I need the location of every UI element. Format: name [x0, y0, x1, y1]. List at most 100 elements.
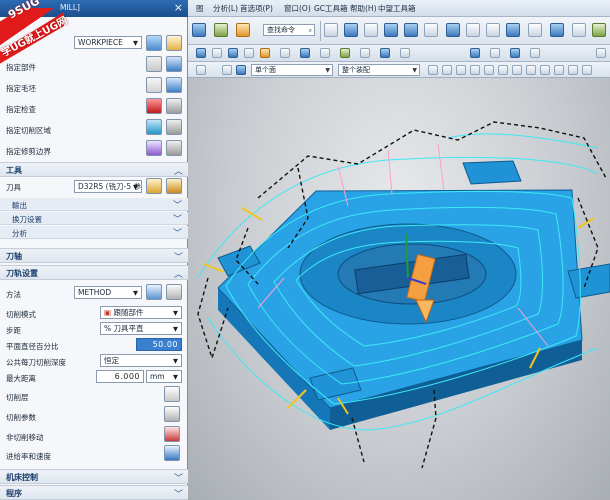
section-view-icon[interactable] — [446, 23, 460, 37]
verify-toolpath-icon[interactable] — [340, 48, 350, 58]
show-icon[interactable] — [486, 23, 500, 37]
transform-icon[interactable] — [344, 23, 358, 37]
replay-icon[interactable] — [300, 48, 310, 58]
snap-icon[interactable] — [196, 65, 206, 75]
show-part-icon[interactable] — [166, 56, 182, 72]
chevron-down-icon: ▼ — [173, 357, 178, 365]
table-icon[interactable] — [528, 23, 542, 37]
show-check-icon[interactable] — [166, 98, 182, 114]
verify-icon[interactable] — [550, 23, 564, 37]
show-trim-boundary-icon[interactable] — [166, 140, 182, 156]
geometry-workpiece-icon[interactable] — [146, 35, 162, 51]
snap-arc-icon[interactable] — [512, 65, 522, 75]
create-method-icon[interactable] — [244, 48, 254, 58]
stepover-select[interactable]: % 刀具平直 ▼ — [100, 322, 182, 335]
create-tool-icon[interactable] — [212, 48, 222, 58]
select-trim-boundary-icon[interactable] — [146, 140, 162, 156]
program-section-header[interactable]: 程序 ﹀ — [0, 485, 188, 500]
create-program-icon[interactable] — [196, 48, 206, 58]
snap-point-icon[interactable] — [484, 65, 494, 75]
snap-existing-icon[interactable] — [568, 65, 578, 75]
filter-type-select[interactable]: 单个面 ▼ — [251, 64, 333, 76]
non-cutting-moves-icon[interactable] — [164, 426, 180, 442]
tool-change-subsection-title: 换刀设置 — [12, 215, 42, 224]
geometry-icon[interactable] — [214, 23, 228, 37]
max-distance-unit-select[interactable]: mm ▼ — [146, 370, 182, 383]
edit-tool-icon[interactable] — [166, 178, 182, 194]
snap-center-icon[interactable] — [456, 65, 466, 75]
display-mode-icon[interactable] — [424, 23, 438, 37]
snap-curve-icon[interactable] — [554, 65, 564, 75]
menu-view[interactable]: 图 — [196, 3, 204, 14]
feeds-speeds-icon[interactable] — [164, 445, 180, 461]
output-subsection[interactable]: 輸出 ﹀ — [0, 198, 188, 211]
max-distance-input[interactable]: 6.000 — [96, 370, 144, 383]
snap-quadrant-icon[interactable] — [470, 65, 480, 75]
close-icon[interactable]: × — [174, 1, 183, 14]
new-tool-icon[interactable] — [146, 178, 162, 194]
menu-window[interactable]: 窗口(O) — [284, 3, 311, 14]
tool-select[interactable]: D32R5 (铣刀-5 参 ▼ — [74, 180, 142, 193]
snap-face-icon[interactable] — [540, 65, 550, 75]
postprocess-icon[interactable] — [360, 48, 370, 58]
post-icon[interactable] — [572, 23, 586, 37]
hide-icon[interactable] — [466, 23, 480, 37]
snap-intersect-icon[interactable] — [498, 65, 508, 75]
graphics-viewport[interactable] — [188, 78, 610, 500]
snap-endpoint-icon[interactable] — [428, 65, 438, 75]
edit-wrench-icon[interactable] — [166, 35, 182, 51]
toolbar-more-icon[interactable] — [596, 48, 606, 58]
select-cut-area-icon[interactable] — [146, 119, 162, 135]
edit-object-icon[interactable] — [490, 48, 500, 58]
method-select[interactable]: METHOD ▼ — [74, 286, 142, 299]
flat-diameter-percent-input[interactable]: 50.00 — [136, 338, 182, 351]
tool-axis-section-header[interactable]: 刀轴 ﹀ — [0, 248, 188, 263]
operation-icon[interactable] — [192, 23, 206, 37]
select-blank-icon[interactable] — [146, 77, 162, 93]
menu-help[interactable]: 帮助(H) — [350, 3, 377, 14]
cube-icon[interactable] — [236, 65, 246, 75]
select-check-icon[interactable] — [146, 98, 162, 114]
machine-control-section-header[interactable]: 机床控制 ﹀ — [0, 469, 188, 484]
tool-list-icon[interactable] — [530, 48, 540, 58]
edit-method-icon[interactable] — [166, 284, 182, 300]
view-orient-icon[interactable] — [384, 23, 398, 37]
filter-scope-select[interactable]: 整个装配 ▼ — [338, 64, 420, 76]
list-icon[interactable] — [320, 48, 330, 58]
snap-more-icon[interactable] — [582, 65, 592, 75]
new-method-icon[interactable] — [146, 284, 162, 300]
command-search-input[interactable]: 查找命令 ⌕ — [263, 24, 315, 36]
workpiece-select[interactable]: WORKPIECE ▼ — [74, 36, 142, 49]
generate-icon[interactable] — [280, 48, 290, 58]
create-geometry-icon[interactable] — [228, 48, 238, 58]
menu-zw-toolbox[interactable]: 中望工具箱 — [378, 3, 416, 14]
layer-icon[interactable] — [364, 23, 378, 37]
tool-section-header[interactable]: 工具 ︿ — [0, 162, 188, 177]
snap-tangent-icon[interactable] — [526, 65, 536, 75]
object-info-icon[interactable] — [510, 48, 520, 58]
menu-analysis[interactable]: 分析(L) — [213, 3, 238, 14]
snap-midpoint-icon[interactable] — [442, 65, 452, 75]
shop-doc-icon[interactable] — [380, 48, 390, 58]
simulate-icon[interactable] — [592, 23, 606, 37]
shaded-icon[interactable] — [404, 23, 418, 37]
menu-gc-toolbox[interactable]: GC工具箱 — [314, 3, 348, 14]
select-part-icon[interactable] — [146, 56, 162, 72]
show-cut-area-icon[interactable] — [166, 119, 182, 135]
path-settings-section-header[interactable]: 刀轨设置 ︿ — [0, 265, 188, 280]
grid-icon[interactable] — [324, 23, 338, 37]
menu-preferences[interactable]: 首选项(P) — [240, 3, 273, 14]
show-blank-icon[interactable] — [166, 77, 182, 93]
cut-parameters-icon[interactable] — [164, 406, 180, 422]
cut-mode-select[interactable]: ▣ 跟随部件 ▼ — [100, 306, 182, 319]
measure-icon[interactable] — [506, 23, 520, 37]
select-all-icon[interactable] — [222, 65, 232, 75]
analysis-subsection[interactable]: 分析 ﹀ — [0, 226, 188, 239]
ipw-icon[interactable] — [400, 48, 410, 58]
tool-icon[interactable] — [236, 23, 250, 37]
tool-change-subsection[interactable]: 换刀设置 ﹀ — [0, 212, 188, 225]
cut-levels-icon[interactable] — [164, 386, 180, 402]
feeds-icon[interactable] — [470, 48, 480, 58]
common-depth-select[interactable]: 恒定 ▼ — [100, 354, 182, 367]
create-operation-icon[interactable] — [260, 48, 270, 58]
